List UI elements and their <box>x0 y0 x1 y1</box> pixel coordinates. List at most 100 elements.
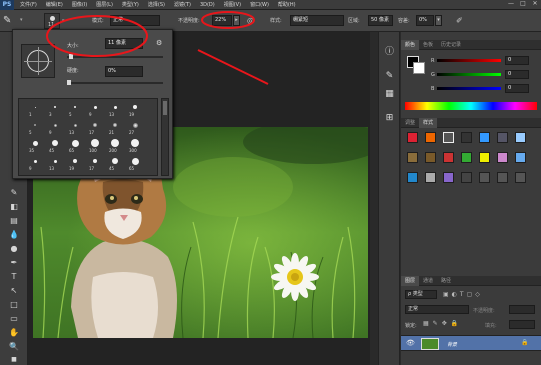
brush-preset[interactable]: 13 <box>47 156 63 172</box>
style-swatch[interactable] <box>461 172 472 183</box>
zoom-tool-icon[interactable]: 🔍 <box>7 341 21 352</box>
brush-preset[interactable]: 27 <box>127 120 143 136</box>
brush-preset[interactable]: 5 <box>27 120 43 136</box>
style-swatch[interactable] <box>407 172 418 183</box>
history-brush-tool-icon[interactable]: ✎ <box>3 14 17 27</box>
type-filter-icon[interactable]: T <box>460 290 464 299</box>
brush-preset[interactable]: 1 <box>27 102 43 118</box>
style-swatch[interactable] <box>443 132 454 143</box>
style-swatch[interactable] <box>479 152 490 163</box>
clone-source-icon[interactable]: ▦ <box>383 88 396 100</box>
hand-tool-icon[interactable]: ✋ <box>7 327 21 338</box>
tab-channels[interactable]: 通道 <box>419 276 437 286</box>
brush-preset[interactable]: 45 <box>107 156 123 172</box>
style-swatch[interactable] <box>425 132 436 143</box>
brush-preset[interactable]: 9 <box>87 102 103 118</box>
opacity-input[interactable]: 22% <box>212 15 232 26</box>
style-swatch[interactable] <box>515 152 526 163</box>
brush-preset[interactable]: 65 <box>67 138 83 154</box>
menu-help[interactable]: 帮助(H) <box>278 1 296 8</box>
layer-opacity-input[interactable] <box>509 305 535 314</box>
notes-tool-icon[interactable]: ▭ <box>7 313 21 324</box>
tool-preset-chevron-icon[interactable]: ▾ <box>20 14 27 27</box>
g-value-input[interactable]: 0 <box>505 70 529 79</box>
style-swatch[interactable] <box>515 132 526 143</box>
brush-preset[interactable]: 45 <box>47 138 63 154</box>
brush-preset[interactable]: 3 <box>47 102 63 118</box>
style-swatch[interactable] <box>425 152 436 163</box>
properties-icon[interactable]: ⊞ <box>383 112 396 124</box>
maximize-button[interactable]: □ <box>519 0 527 8</box>
style-swatch[interactable] <box>515 172 526 183</box>
mode-select[interactable]: 正常 <box>110 15 160 26</box>
brush-preset[interactable]: 200 <box>107 138 123 154</box>
style-swatch[interactable] <box>479 132 490 143</box>
eraser-tool-icon[interactable]: ◧ <box>7 201 21 212</box>
lock-transparent-icon[interactable]: ▦ <box>423 320 429 327</box>
dodge-tool-icon[interactable]: ● <box>7 243 21 254</box>
pen-tool-icon[interactable]: ✒ <box>7 257 21 268</box>
smart-filter-icon[interactable]: ◇ <box>475 290 480 299</box>
settings-gear-icon[interactable]: ⚙ <box>156 38 166 48</box>
close-button[interactable]: ✕ <box>531 0 539 8</box>
rectangle-tool-icon[interactable]: □ <box>7 299 21 310</box>
style-swatch[interactable] <box>497 152 508 163</box>
menu-file[interactable]: 文件(F) <box>20 1 37 8</box>
presets-scrollbar[interactable] <box>161 98 169 176</box>
brush-picker-chevron-icon[interactable]: ▾ <box>62 18 65 24</box>
layer-name[interactable]: 背景 <box>447 341 457 348</box>
visibility-eye-icon[interactable]: 👁 <box>406 339 415 347</box>
size-slider-track[interactable] <box>67 56 163 58</box>
menu-layer[interactable]: 图层(L) <box>96 1 113 8</box>
adjustment-filter-icon[interactable]: ◐ <box>452 290 457 299</box>
opacity-dropdown-icon[interactable]: ▸ <box>233 15 240 26</box>
hardness-slider-track[interactable] <box>67 82 163 84</box>
style-swatch[interactable] <box>497 132 508 143</box>
background-color-swatch[interactable] <box>413 62 425 74</box>
b-value-input[interactable]: 0 <box>505 84 529 93</box>
brush-preset[interactable]: 17 <box>87 120 103 136</box>
type-tool-icon[interactable]: T <box>7 271 21 282</box>
brush-preset[interactable]: 19 <box>127 102 143 118</box>
history-brush-tool-icon[interactable]: ✎ <box>7 187 21 198</box>
minimize-button[interactable]: — <box>507 0 515 8</box>
tolerance-input[interactable]: 0% <box>416 15 434 26</box>
path-selection-tool-icon[interactable]: ↖ <box>7 285 21 296</box>
brush-preset[interactable]: 65 <box>127 156 143 172</box>
brush-preset[interactable]: 13 <box>67 120 83 136</box>
info-icon[interactable]: ⓘ <box>383 46 396 58</box>
style-swatch[interactable] <box>425 172 436 183</box>
brush-preset[interactable]: 100 <box>87 138 103 154</box>
size-slider-thumb[interactable] <box>69 54 73 59</box>
style-swatch[interactable] <box>461 132 472 143</box>
blend-mode-select[interactable]: 正常 <box>405 305 469 314</box>
menu-window[interactable]: 窗口(W) <box>250 1 269 8</box>
tolerance-dropdown-icon[interactable]: ▾ <box>435 15 442 26</box>
blur-tool-icon[interactable]: 💧 <box>7 229 21 240</box>
fill-input[interactable] <box>509 320 535 329</box>
pressure-opacity-icon[interactable]: ◎ <box>247 16 257 26</box>
brush-preset[interactable]: 19 <box>67 156 83 172</box>
menu-image[interactable]: 图像(I) <box>72 1 87 8</box>
style-swatch[interactable] <box>461 152 472 163</box>
style-swatch[interactable] <box>479 172 490 183</box>
style-swatch[interactable] <box>407 132 418 143</box>
r-value-input[interactable]: 0 <box>505 56 529 65</box>
pressure-size-icon[interactable]: ✐ <box>456 16 466 26</box>
style-select[interactable]: 绷紧短 <box>290 15 344 26</box>
brush-preset[interactable]: 13 <box>107 102 123 118</box>
brush-size-input[interactable]: 11 像素 <box>105 38 143 49</box>
layer-filter-select[interactable]: ρ 类型 <box>405 290 437 299</box>
menu-select[interactable]: 选择(S) <box>148 1 165 8</box>
g-slider[interactable] <box>437 73 501 76</box>
menu-type[interactable]: 类型(Y) <box>122 1 139 8</box>
shape-filter-icon[interactable]: ▢ <box>467 290 473 299</box>
hardness-slider-thumb[interactable] <box>67 80 71 85</box>
menu-filter[interactable]: 滤镜(T) <box>174 1 191 8</box>
lock-position-icon[interactable]: ✥ <box>442 320 447 327</box>
area-input[interactable]: 50 像素 <box>368 15 393 26</box>
tab-paths[interactable]: 路径 <box>437 276 455 286</box>
gradient-tool-icon[interactable]: ▤ <box>7 215 21 226</box>
layer-row-background[interactable]: 👁 背景 🔒 <box>401 335 541 351</box>
presets-scrollbar-thumb[interactable] <box>163 101 167 115</box>
